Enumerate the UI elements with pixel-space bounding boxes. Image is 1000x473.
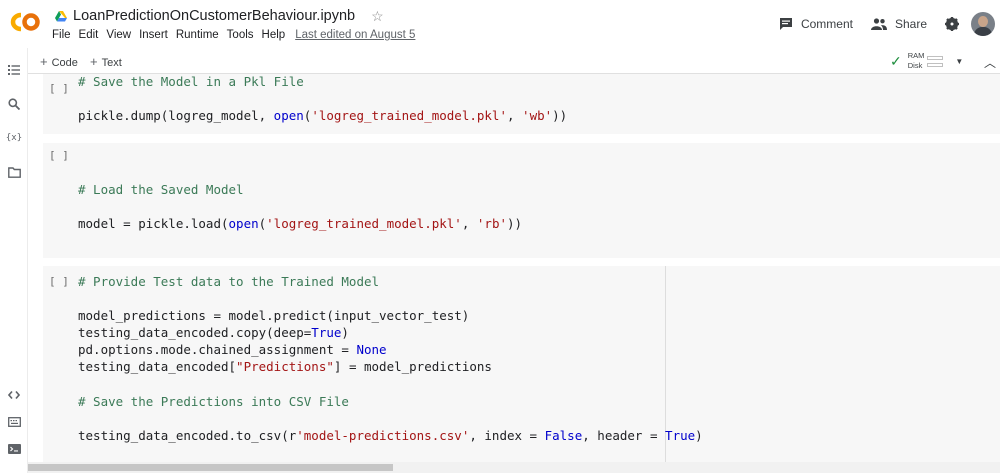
terminal-icon[interactable]: [6, 441, 22, 457]
builtin-token: open: [273, 108, 304, 123]
resource-labels: RAM Disk: [908, 51, 925, 71]
share-label: Share: [894, 17, 927, 31]
string-token: 'rb': [476, 216, 507, 231]
colab-logo[interactable]: CO: [8, 10, 42, 34]
string-token: 'wb': [522, 108, 553, 123]
plus-icon: +: [90, 54, 98, 69]
add-text-label: Text: [101, 57, 122, 69]
menu-runtime[interactable]: Runtime: [176, 29, 219, 41]
code-line: model_predictions = model.predict(input_…: [78, 308, 470, 323]
ram-usage-bar: [927, 55, 944, 60]
comment-button[interactable]: Comment: [779, 17, 853, 31]
code-line: # Save the Predictions into CSV File: [78, 394, 349, 409]
keyword-token: False: [544, 428, 583, 443]
string-token: 'logreg_trained_model.pkl': [266, 216, 462, 231]
code-cell[interactable]: [ ] # Load the Saved Model model = pickl…: [43, 143, 1000, 258]
ram-label: RAM: [907, 51, 925, 60]
header-actions: Comment Share: [779, 12, 1000, 36]
run-cell-button[interactable]: [ ]: [49, 149, 69, 162]
notebook-title[interactable]: LoanPredictionOnCustomerBehaviour.ipynb: [73, 8, 355, 24]
keyword-token: True: [665, 428, 696, 443]
builtin-token: open: [228, 216, 259, 231]
string-token: "Predictions": [236, 359, 334, 374]
code-line: pd.options.mode.chained_assignment = Non…: [78, 342, 387, 357]
code-line: testing_data_encoded.to_csv(r'model-pred…: [78, 428, 703, 443]
keyword-token: None: [356, 342, 387, 357]
code-line: model = pickle.load(open('logreg_trained…: [78, 216, 523, 231]
title-row: LoanPredictionOnCustomerBehaviour.ipynb …: [55, 7, 384, 25]
plus-icon: +: [40, 54, 48, 69]
share-button[interactable]: Share: [870, 17, 927, 31]
last-edited-link[interactable]: Last edited on August 5: [295, 29, 415, 41]
collapse-header-icon[interactable]: ︿: [984, 54, 996, 71]
colab-notebook-window: CO LoanPredictionOnCustomerBehaviour.ipy…: [0, 0, 1000, 473]
caret-down-icon[interactable]: ▼: [955, 57, 963, 66]
add-text-button[interactable]: + Text: [90, 54, 122, 69]
code-line: # Save the Model in a Pkl File: [78, 74, 304, 89]
people-icon: [870, 18, 887, 30]
code-line: # Load the Saved Model: [78, 182, 244, 197]
search-icon[interactable]: [6, 96, 22, 112]
menu-edit[interactable]: Edit: [79, 29, 99, 41]
add-code-button[interactable]: + Code: [40, 54, 78, 69]
resources-indicator[interactable]: ✓ RAM Disk ▼: [890, 51, 963, 71]
string-token: 'model-predictions.csv': [296, 428, 470, 443]
notebook-toolbar: + Code + Text ✓ RAM Disk ▼ ︿: [28, 48, 1000, 74]
menu-bar: File Edit View Insert Runtime Tools Help…: [52, 29, 423, 41]
menu-view[interactable]: View: [106, 29, 131, 41]
string-token: 'logreg_trained_model.pkl': [311, 108, 507, 123]
account-avatar[interactable]: [971, 12, 995, 36]
code-line: testing_data_encoded.copy(deep=True): [78, 325, 349, 340]
code-snippets-icon[interactable]: [6, 387, 22, 403]
horizontal-scrollbar[interactable]: [28, 462, 1000, 473]
disk-label: Disk: [907, 61, 923, 70]
connected-check-icon: ✓: [890, 52, 902, 69]
code-line: # Provide Test data to the Trained Model: [78, 274, 380, 289]
table-of-contents-icon[interactable]: [6, 62, 22, 78]
keyword-token: True: [311, 325, 342, 340]
code-line: testing_data_encoded["Predictions"] = mo…: [78, 359, 492, 374]
code-cell[interactable]: [ ] # Save the Model in a Pkl File pickl…: [43, 74, 1000, 134]
star-icon[interactable]: ☆: [371, 8, 384, 25]
run-cell-button[interactable]: [ ]: [49, 82, 69, 95]
menu-file[interactable]: File: [52, 29, 71, 41]
avatar-body: [974, 27, 992, 36]
menu-help[interactable]: Help: [262, 29, 286, 41]
add-code-label: Code: [51, 57, 78, 69]
run-cell-button[interactable]: [ ]: [49, 275, 69, 288]
avatar-face: [978, 16, 988, 27]
gear-icon[interactable]: [945, 17, 959, 31]
folder-icon[interactable]: [6, 164, 22, 180]
code-line: pickle.dump(logreg_model, open('logreg_t…: [78, 108, 568, 123]
comment-icon: [779, 18, 792, 30]
comment-label: Comment: [800, 17, 853, 31]
left-sidebar: {x}: [0, 48, 28, 473]
code-cell[interactable]: [ ] # Provide Test data to the Trained M…: [43, 266, 1000, 462]
google-drive-icon[interactable]: [55, 10, 67, 22]
logo-text: CO: [8, 10, 10, 11]
disk-usage-bar: [927, 62, 944, 67]
command-palette-icon[interactable]: [6, 414, 22, 430]
resource-bars: [927, 53, 944, 70]
variables-icon[interactable]: {x}: [6, 130, 22, 146]
menu-tools[interactable]: Tools: [227, 29, 254, 41]
scrollbar-thumb[interactable]: [28, 464, 393, 471]
header-bar: CO LoanPredictionOnCustomerBehaviour.ipy…: [0, 0, 1000, 48]
menu-insert[interactable]: Insert: [139, 29, 168, 41]
